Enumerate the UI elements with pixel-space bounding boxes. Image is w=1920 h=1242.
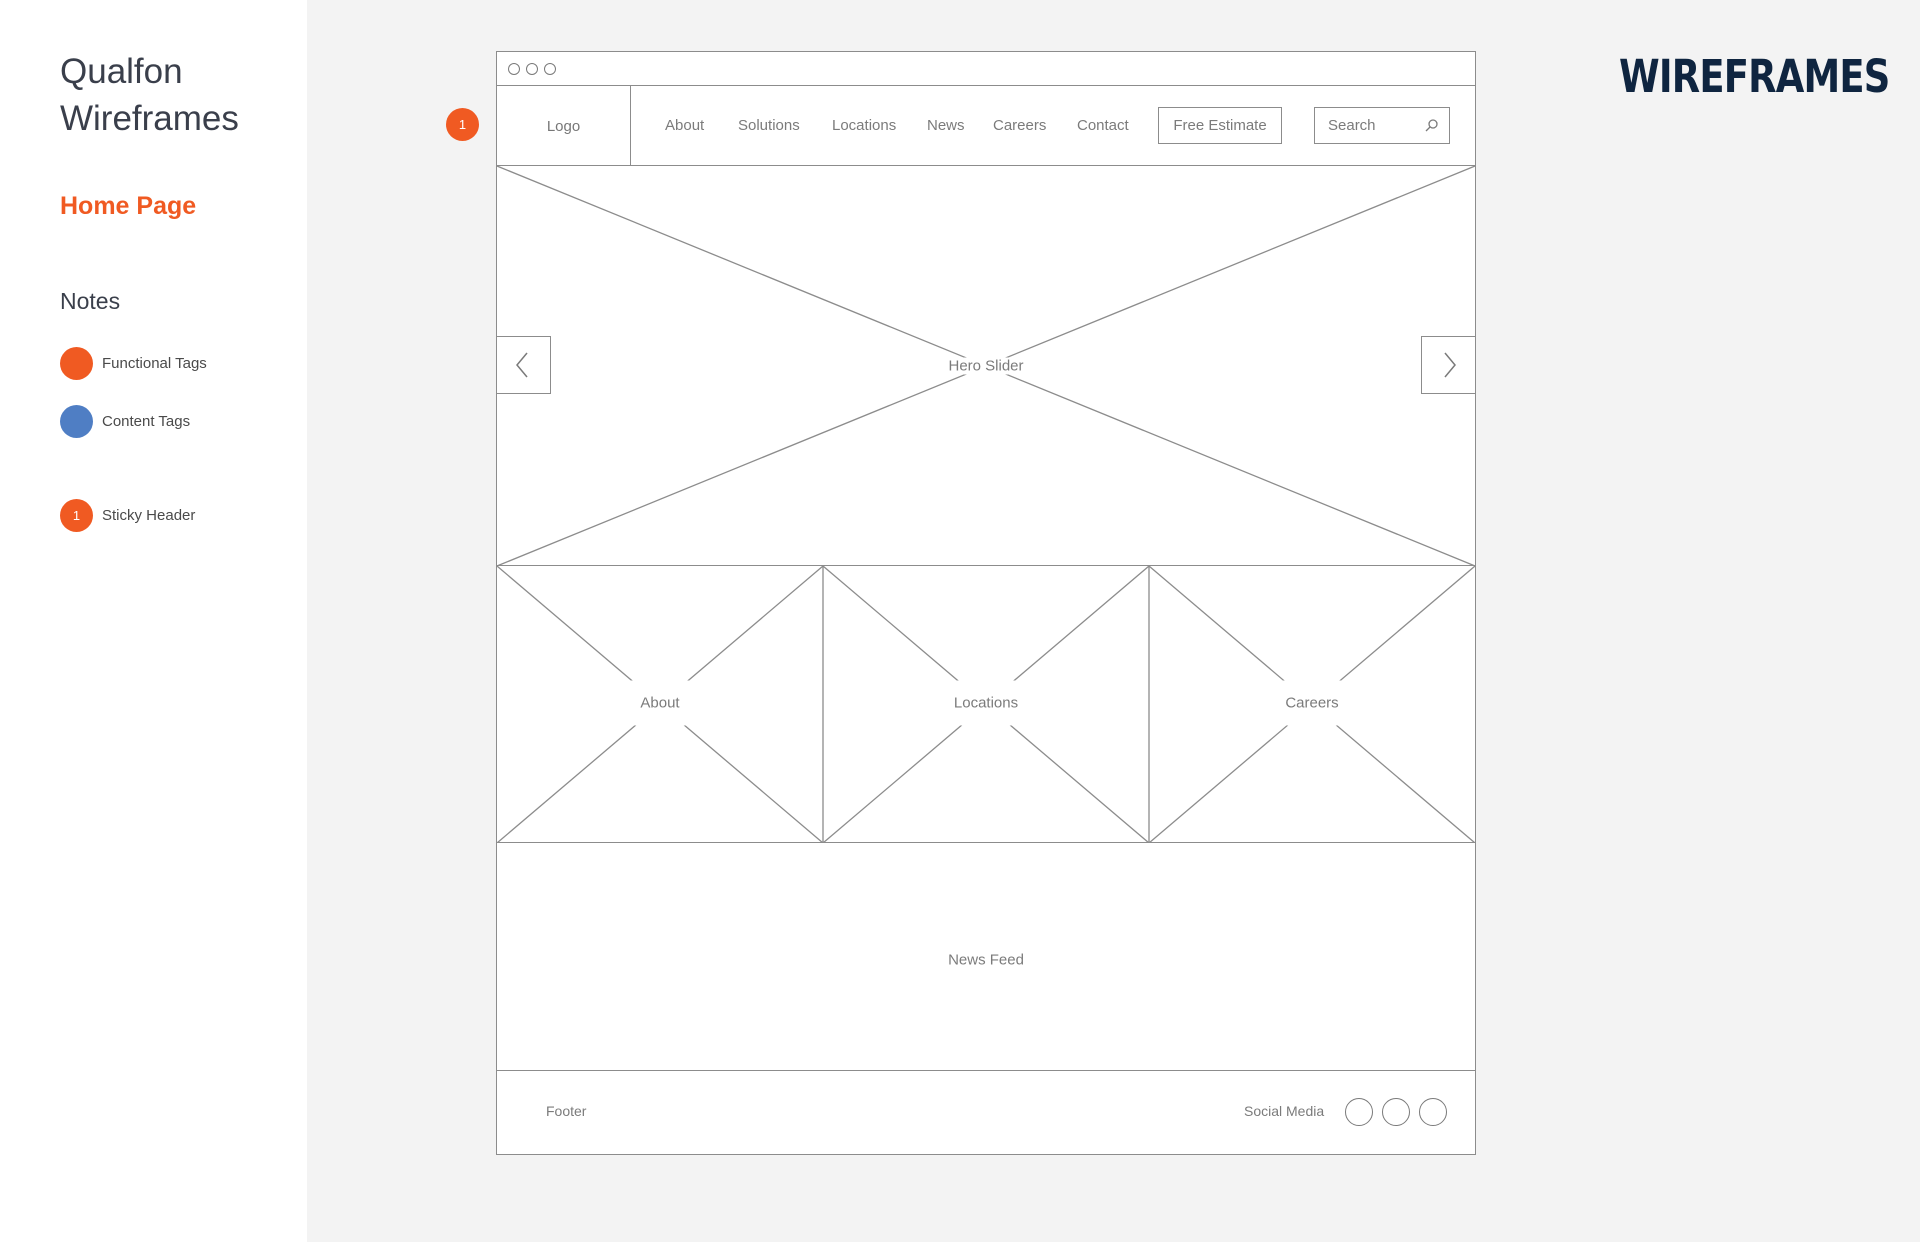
- tile-careers[interactable]: Careers: [1269, 680, 1355, 726]
- news-feed-label: News Feed: [940, 951, 1032, 969]
- site-footer: Footer Social Media: [497, 1071, 1475, 1155]
- free-estimate-button[interactable]: Free Estimate: [1158, 107, 1282, 144]
- browser-chrome: [497, 52, 1475, 86]
- search-icon[interactable]: [1424, 118, 1439, 133]
- search-placeholder: Search: [1328, 117, 1376, 134]
- social-icon[interactable]: [1419, 1098, 1447, 1126]
- brand-heading: WIREFRAMES: [1619, 50, 1890, 103]
- nav-link-news[interactable]: News: [927, 117, 965, 134]
- note-label: Sticky Header: [102, 507, 196, 524]
- current-page-title: Home Page: [60, 192, 197, 220]
- legend-functional-tags: Functional Tags: [60, 347, 207, 380]
- notes-heading: Notes: [60, 288, 121, 314]
- footer-label: Footer: [546, 1103, 587, 1119]
- nav-link-about[interactable]: About: [665, 117, 704, 134]
- window-dot-icon: [544, 63, 556, 75]
- nav-link-locations[interactable]: Locations: [832, 117, 896, 134]
- chevron-left-icon: [516, 352, 528, 378]
- content-tiles: About Locations Careers: [497, 566, 1475, 843]
- hero-slider[interactable]: Hero Slider: [496, 166, 1476, 566]
- window-dot-icon: [526, 63, 538, 75]
- nav-link-solutions[interactable]: Solutions: [738, 117, 800, 134]
- functional-tag-marker: 1: [446, 108, 479, 141]
- social-icon[interactable]: [1345, 1098, 1373, 1126]
- hero-next-button[interactable]: [1421, 336, 1476, 394]
- functional-tag-dot-icon: [60, 347, 93, 380]
- hero-slider-label: Hero Slider: [940, 357, 1032, 375]
- content-tag-dot-icon: [60, 405, 93, 438]
- tile-about[interactable]: About: [624, 680, 696, 726]
- sidebar: Qualfon Wireframes Home Page Notes Funct…: [0, 0, 307, 1242]
- social-icon[interactable]: [1382, 1098, 1410, 1126]
- note-sticky-header: 1 Sticky Header: [60, 499, 195, 532]
- news-feed: News Feed: [497, 843, 1475, 1071]
- note-number-badge: 1: [60, 499, 93, 532]
- legend-label: Content Tags: [102, 413, 191, 430]
- logo-placeholder[interactable]: Logo: [497, 86, 631, 166]
- project-title: Qualfon Wireframes: [60, 48, 239, 142]
- wireframe-browser: Logo About Solutions Locations News Care…: [496, 51, 1476, 1155]
- site-header: Logo About Solutions Locations News Care…: [497, 86, 1475, 166]
- project-title-line1: Qualfon: [60, 52, 183, 91]
- search-input[interactable]: Search: [1314, 107, 1450, 144]
- nav-link-careers[interactable]: Careers: [993, 117, 1046, 134]
- chevron-right-icon: [1444, 352, 1456, 378]
- legend-content-tags: Content Tags: [60, 405, 190, 438]
- window-dot-icon: [508, 63, 520, 75]
- legend-label: Functional Tags: [102, 355, 207, 372]
- hero-prev-button[interactable]: [496, 336, 551, 394]
- tile-locations[interactable]: Locations: [937, 680, 1035, 726]
- project-title-line2: Wireframes: [60, 99, 239, 138]
- social-media-label: Social Media: [1244, 1103, 1325, 1119]
- nav-link-contact[interactable]: Contact: [1077, 117, 1129, 134]
